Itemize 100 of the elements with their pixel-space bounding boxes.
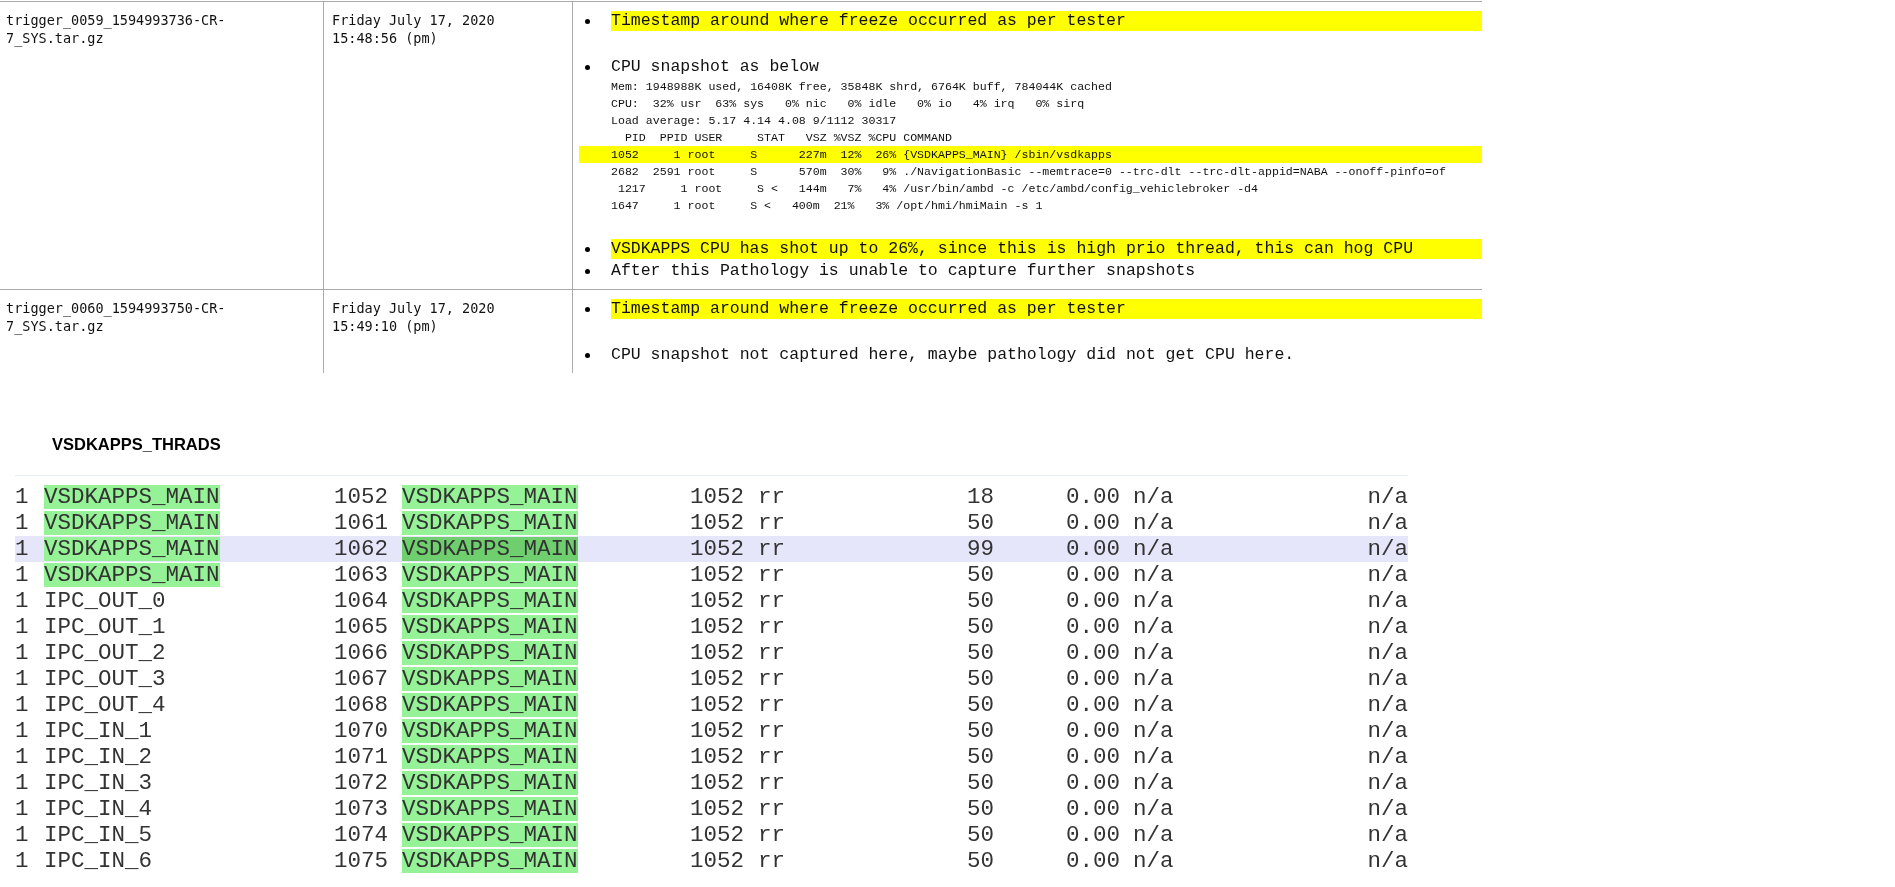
table-cell: 1 — [15, 822, 29, 848]
table-cell: n/a — [1133, 692, 1174, 718]
file-name-cell-text: trigger_0059_1594993736-CR-7_SYS.tar.gz — [6, 11, 227, 47]
bullet-icon — [585, 268, 590, 274]
table-cell: 1052 — [690, 848, 744, 874]
table-cell: rr — [758, 510, 785, 536]
note-text: VSDKAPPS CPU has shot up to 26%, since this is high prio thread, this can hog CPU — [611, 239, 1482, 259]
table-cell: VSDKAPPS_MAIN — [402, 589, 578, 613]
table-cell: 50 — [967, 640, 994, 666]
thread-row[interactable]: 1 IPC_IN_1 1070 VSDKAPPS_MAIN 1052 rr 50 0.00 n/a n/a — [15, 718, 1408, 744]
thread-row[interactable]: 1 IPC_IN_6 1075 VSDKAPPS_MAIN 1052 rr 50 0.00 n/a n/a — [15, 848, 1408, 874]
table-cell: 50 — [967, 562, 994, 588]
table-cell: 1070 — [334, 718, 388, 744]
table-cell: 50 — [967, 666, 994, 692]
note-text: CPU snapshot not captured here, maybe pathology did not get CPU here. — [611, 345, 1296, 365]
thread-row[interactable]: 1 VSDKAPPS_MAIN 1052 VSDKAPPS_MAIN 1052 rr 18 0.00 n/a n/a — [15, 484, 1408, 510]
table-cell: IPC_IN_3 — [44, 770, 153, 796]
table-cell: 1 — [15, 692, 29, 718]
snapshot-line: CPU: 32% usr 63% sys 0% nic 0% idle 0% io 4% irq 0% sirq — [610, 96, 1086, 112]
table-cell: 1062 — [334, 536, 388, 562]
table-cell: 1052 — [690, 614, 744, 640]
table-cell: VSDKAPPS_MAIN — [44, 563, 220, 587]
table-cell: rr — [758, 822, 785, 848]
table-cell: IPC_IN_2 — [44, 744, 153, 770]
table-cell: n/a — [1133, 770, 1174, 796]
table-cell: n/a — [1133, 640, 1174, 666]
table-cell: n/a — [1367, 848, 1408, 874]
bullet-icon — [585, 246, 590, 252]
table-cell: VSDKAPPS_MAIN — [402, 719, 578, 743]
table-cell: rr — [758, 588, 785, 614]
thread-row[interactable]: 1 IPC_IN_4 1073 VSDKAPPS_MAIN 1052 rr 50 0.00 n/a n/a — [15, 796, 1408, 822]
table-cell: 0.00 — [1066, 588, 1120, 614]
table-cell: n/a — [1367, 770, 1408, 796]
table-cell: n/a — [1133, 536, 1174, 562]
table-cell: VSDKAPPS_MAIN — [44, 511, 220, 535]
bullet-icon — [585, 64, 590, 70]
table-cell: 1052 — [690, 562, 744, 588]
table-cell: rr — [758, 744, 785, 770]
table-cell: n/a — [1367, 796, 1408, 822]
table-cell: VSDKAPPS_MAIN — [44, 485, 220, 509]
snapshot-line: 1647 1 root S < 400m 21% 3% /opt/hmi/hmiMain -s 1 — [610, 198, 1044, 214]
thread-row[interactable]: 1 IPC_OUT_4 1068 VSDKAPPS_MAIN 1052 rr 50 0.00 n/a n/a — [15, 692, 1408, 718]
table-cell: n/a — [1133, 588, 1174, 614]
table-cell: IPC_OUT_1 — [44, 614, 166, 640]
thread-row[interactable]: 1 IPC_IN_3 1072 VSDKAPPS_MAIN 1052 rr 50 0.00 n/a n/a — [15, 770, 1408, 796]
time-cell: 15:48:56 (pm) — [332, 29, 438, 47]
table-cell: n/a — [1367, 822, 1408, 848]
table-cell: n/a — [1367, 510, 1408, 536]
table-cell: n/a — [1133, 796, 1174, 822]
table-cell: 1052 — [690, 770, 744, 796]
table-cell: n/a — [1133, 848, 1174, 874]
table-cell: n/a — [1367, 484, 1408, 510]
thread-row[interactable]: 1 IPC_OUT_3 1067 VSDKAPPS_MAIN 1052 rr 50 0.00 n/a n/a — [15, 666, 1408, 692]
bullet-icon — [585, 306, 590, 312]
table-cell: VSDKAPPS_MAIN — [402, 485, 578, 509]
table-cell: VSDKAPPS_MAIN — [402, 745, 578, 769]
table-cell: 1 — [15, 848, 29, 874]
table-cell: 1 — [15, 484, 29, 510]
thread-row[interactable]: 1 IPC_OUT_2 1066 VSDKAPPS_MAIN 1052 rr 50 0.00 n/a n/a — [15, 640, 1408, 666]
table-cell: 1071 — [334, 744, 388, 770]
table-cell: 50 — [967, 614, 994, 640]
table-cell: 1 — [15, 536, 29, 562]
table-cell: 1052 — [690, 536, 744, 562]
table-cell: VSDKAPPS_MAIN — [402, 797, 578, 821]
file-name-cell-text: trigger_0060_1594993750-CR-7_SYS.tar.gz — [6, 299, 227, 335]
table-cell: 99 — [967, 536, 994, 562]
table-cell: n/a — [1133, 562, 1174, 588]
table-cell: rr — [758, 614, 785, 640]
table-cell: n/a — [1367, 562, 1408, 588]
table-cell: 1064 — [334, 588, 388, 614]
table-cell: n/a — [1367, 744, 1408, 770]
thread-row[interactable]: 1 IPC_IN_2 1071 VSDKAPPS_MAIN 1052 rr 50 0.00 n/a n/a — [15, 744, 1408, 770]
thread-row[interactable]: 1 IPC_OUT_0 1064 VSDKAPPS_MAIN 1052 rr 50 0.00 n/a n/a — [15, 588, 1408, 614]
table-cell: 1052 — [690, 640, 744, 666]
table-cell: VSDKAPPS_MAIN — [402, 693, 578, 717]
table-cell: IPC_IN_6 — [44, 848, 153, 874]
table-cell: 0.00 — [1066, 692, 1120, 718]
table-cell: VSDKAPPS_MAIN — [402, 849, 578, 873]
table-cell: 1065 — [334, 614, 388, 640]
table-cell: 1052 — [690, 822, 744, 848]
table-cell: 1 — [15, 588, 29, 614]
thread-row[interactable]: 1 IPC_IN_5 1074 VSDKAPPS_MAIN 1052 rr 50 0.00 n/a n/a — [15, 822, 1408, 848]
table-cell: 1 — [15, 718, 29, 744]
table-cell: 1 — [15, 770, 29, 796]
table-cell: 1067 — [334, 666, 388, 692]
table-cell: 0.00 — [1066, 614, 1120, 640]
table-cell: 50 — [967, 718, 994, 744]
table-cell: 50 — [967, 588, 994, 614]
thread-row[interactable]: 1 VSDKAPPS_MAIN 1063 VSDKAPPS_MAIN 1052 rr 50 0.00 n/a n/a — [15, 562, 1408, 588]
table-cell: 0.00 — [1066, 562, 1120, 588]
table-cell: n/a — [1133, 744, 1174, 770]
table-cell: 1052 — [690, 484, 744, 510]
thread-row[interactable]: 1 VSDKAPPS_MAIN 1062 VSDKAPPS_MAIN 1052 rr 99 0.00 n/a n/a — [15, 536, 1408, 562]
table-cell: 0.00 — [1066, 536, 1120, 562]
table-cell: 0.00 — [1066, 770, 1120, 796]
table-cell: 1075 — [334, 848, 388, 874]
thread-row[interactable]: 1 VSDKAPPS_MAIN 1061 VSDKAPPS_MAIN 1052 rr 50 0.00 n/a n/a — [15, 510, 1408, 536]
table-cell: 1 — [15, 744, 29, 770]
table-cell: IPC_IN_4 — [44, 796, 153, 822]
thread-row[interactable]: 1 IPC_OUT_1 1065 VSDKAPPS_MAIN 1052 rr 50 0.00 n/a n/a — [15, 614, 1408, 640]
